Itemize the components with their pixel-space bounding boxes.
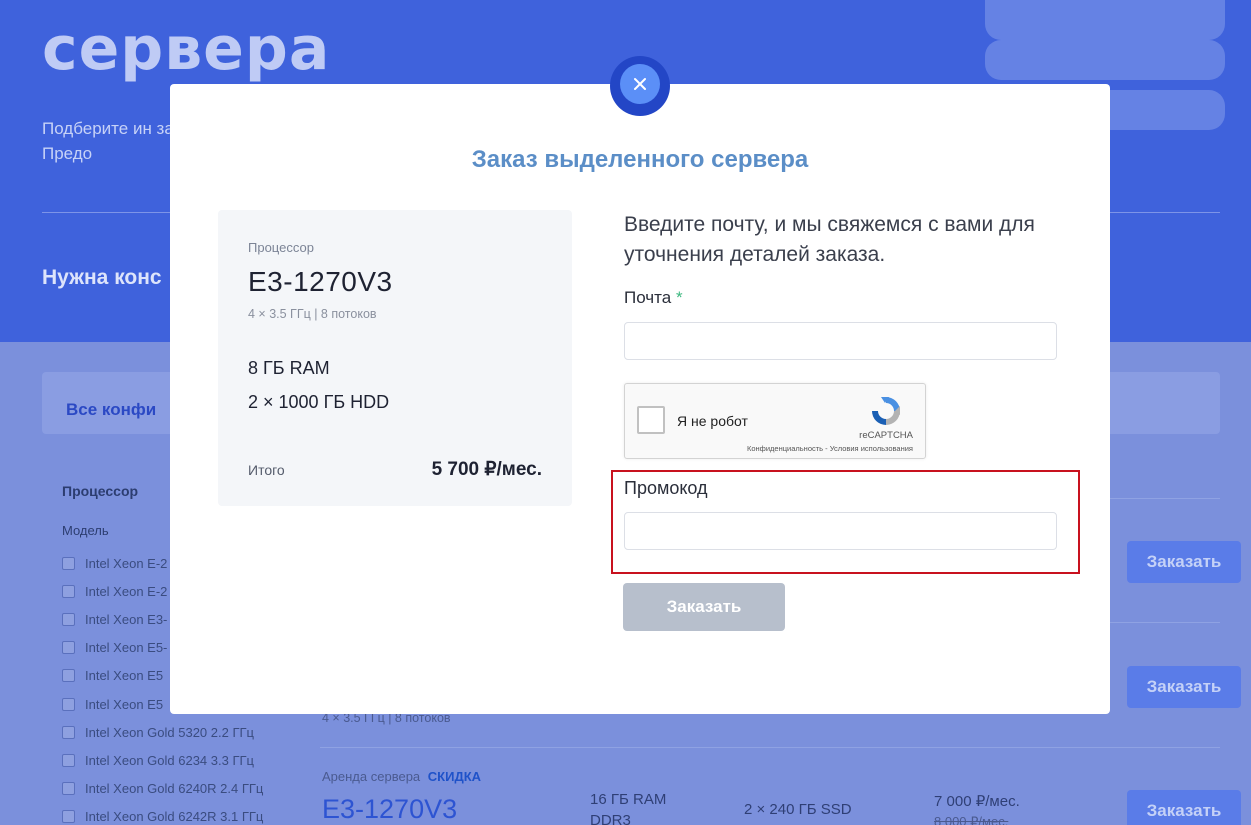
required-mark: * <box>675 288 683 307</box>
checkbox[interactable] <box>62 782 75 796</box>
order-button[interactable]: Заказать <box>1127 790 1241 825</box>
recaptcha-widget: Я не робот reCAPTCHA Конфиденциальность … <box>624 383 926 459</box>
promo-label: Промокод <box>624 478 708 498</box>
sidebar-title: Процессор <box>62 483 139 499</box>
captcha-links[interactable]: Конфиденциальность - Условия использован… <box>747 444 913 453</box>
cpu-filter-item[interactable]: Intel Xeon Gold 6240R 2.4 ГГц <box>62 775 263 803</box>
captcha-label: Я не робот <box>677 413 748 429</box>
order-button[interactable]: Заказать <box>1127 541 1241 583</box>
checkbox[interactable] <box>62 669 75 683</box>
order-modal: Заказ выделенного сервера Процессор E3-1… <box>170 84 1110 714</box>
discount-badge: СКИДКА <box>427 769 482 784</box>
close-icon <box>634 78 646 90</box>
storage-value: 2 × 1000 ГБ HDD <box>248 392 390 412</box>
checkbox[interactable] <box>62 753 75 767</box>
checkbox[interactable] <box>62 725 75 739</box>
checkbox[interactable] <box>62 641 75 655</box>
cpu-model: E3-1270V3 <box>248 266 393 297</box>
promo-code-field[interactable] <box>624 512 1057 550</box>
submit-order-button[interactable]: Заказать <box>623 583 785 631</box>
cpu-filter-item[interactable]: Intel Xeon Gold 6242R 3.1 ГГц <box>62 803 263 825</box>
consultation-text: Нужна конс <box>42 266 162 289</box>
order-button[interactable]: Заказать <box>1127 666 1241 708</box>
sidebar-subtitle: Модель <box>62 523 109 538</box>
order-summary-card: Процессор E3-1270V3 4 × 3.5 ГГц | 8 пото… <box>218 210 572 506</box>
checkbox[interactable] <box>62 612 75 626</box>
email-label: Почта * <box>624 288 683 307</box>
server-old-price: 8 000 ₽/мес. <box>934 814 1009 825</box>
cpu-label: Процессор <box>248 240 314 255</box>
email-field[interactable] <box>624 322 1057 360</box>
row-divider <box>320 747 1220 748</box>
form-intro-text: Введите почту, и мы свяжемся с вами для … <box>624 213 1035 266</box>
total-price: 5 700 ₽/мес. <box>431 459 542 480</box>
cpu-filter-item[interactable]: Intel Xeon Gold 5320 2.2 ГГц <box>62 718 263 746</box>
ram-value: 8 ГБ RAM <box>248 358 330 378</box>
all-configs-tab[interactable]: Все конфи <box>66 400 156 420</box>
server-storage: 2 × 240 ГБ SSD <box>744 801 852 818</box>
checkbox[interactable] <box>62 810 75 824</box>
recaptcha-logo-icon <box>872 397 900 425</box>
close-button[interactable] <box>620 64 660 104</box>
total-label: Итого <box>248 462 285 478</box>
server-model[interactable]: E3-1270V3 <box>322 794 457 825</box>
server-ram-type: DDR3 <box>590 812 631 825</box>
cpu-filter-item[interactable]: Intel Xeon Gold 6234 3.3 ГГц <box>62 746 263 774</box>
server-tag: Аренда сервера СКИДКА <box>322 769 482 784</box>
checkbox[interactable] <box>62 697 75 711</box>
server-price: 7 000 ₽/мес. <box>934 793 1020 810</box>
captcha-checkbox[interactable] <box>637 406 665 434</box>
hero-title: сервера <box>42 14 331 84</box>
server-ram: 16 ГБ RAM <box>590 791 667 808</box>
checkbox[interactable] <box>62 556 75 570</box>
captcha-brand: reCAPTCHA <box>859 430 913 441</box>
modal-title: Заказ выделенного сервера <box>471 146 809 173</box>
checkbox[interactable] <box>62 584 75 598</box>
cpu-spec: 4 × 3.5 ГГц | 8 потоков <box>248 307 377 321</box>
